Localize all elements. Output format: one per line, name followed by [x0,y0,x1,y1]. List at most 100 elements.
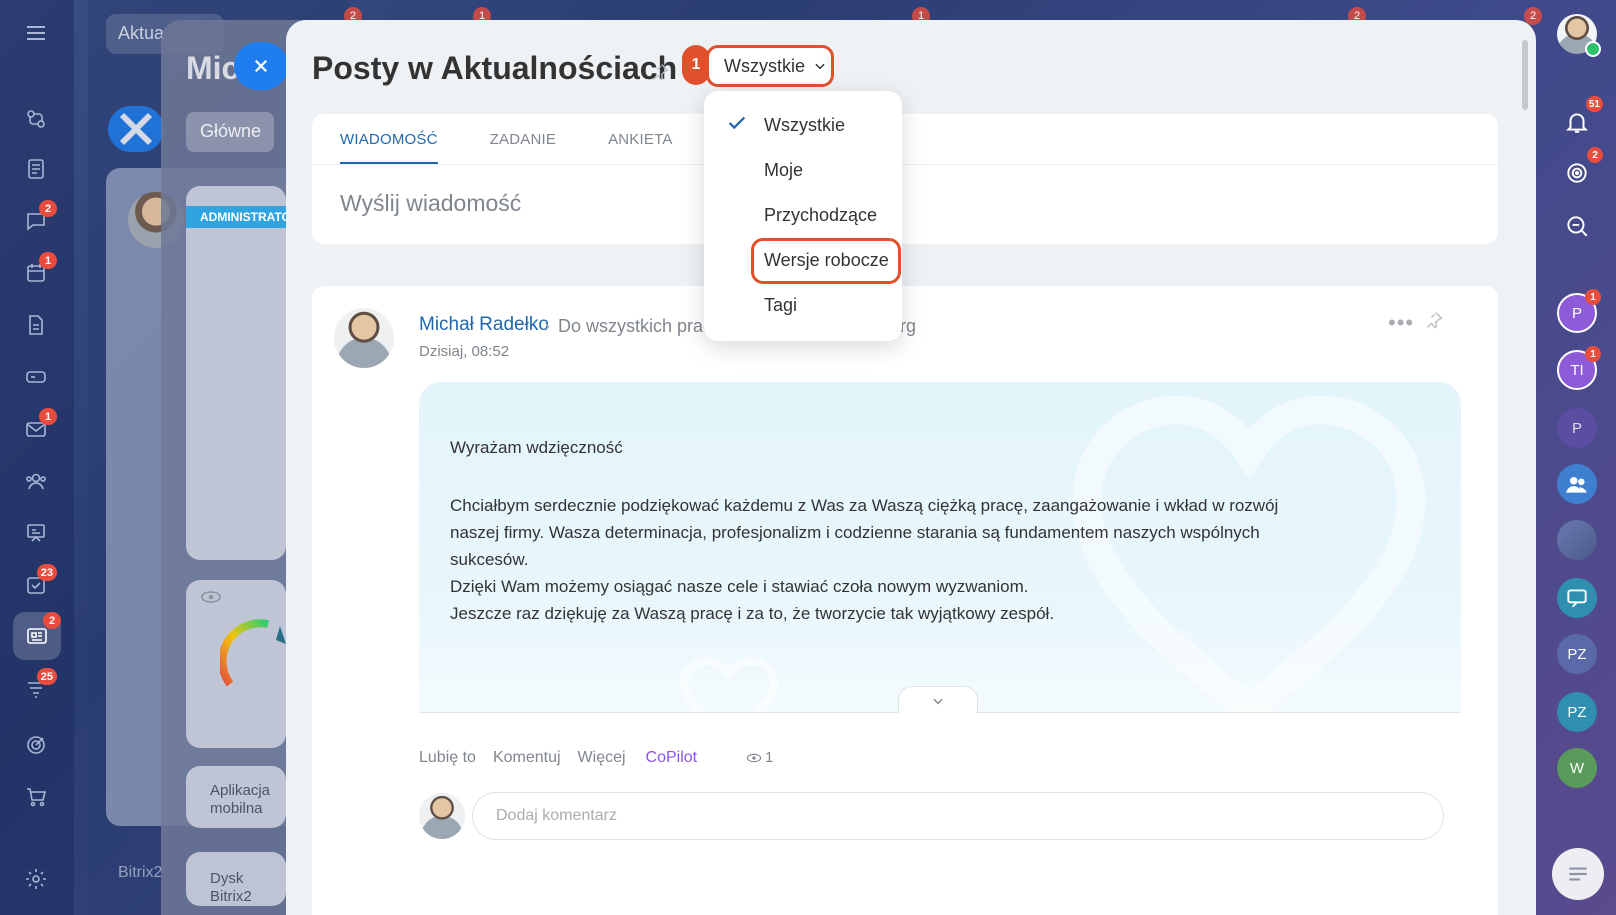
calendar-badge: 1 [39,252,57,269]
chat-search-icon[interactable] [1557,206,1597,246]
like-button[interactable]: Lubię to [419,749,476,767]
chat-badge: 1 [1585,289,1601,305]
chevron-down-icon [815,63,825,70]
mobile-app-label: Aplikacja mobilna [210,782,271,817]
chevron-right-icon: › [544,316,550,336]
settings-gear-icon[interactable] [21,864,51,894]
group-chat-icon[interactable] [1557,464,1597,504]
mail-badge: 1 [39,408,57,425]
tab-task[interactable]: ZADANIE [490,114,556,164]
feed-post: Michał Radełko ›Do wszystkich prac berg … [312,286,1498,915]
gauge-icon [220,619,286,687]
post-paragraph: Dzięki Wam możemy osiągać nasze cele i s… [450,577,1029,596]
presentation-icon[interactable] [21,518,51,548]
tasks-icon[interactable]: 23 [21,564,57,600]
chat-initials: PZ [1567,645,1587,663]
scrollbar[interactable] [1522,40,1528,110]
filter-dropdown-menu: Wszystkie Moje Przychodzące Wersje roboc… [704,91,902,341]
eye-icon [201,591,221,603]
pin-icon[interactable] [650,62,670,82]
more-options-icon[interactable]: ••• [1388,310,1414,336]
eye-icon [746,753,762,762]
chat-avatar-w[interactable]: W [1557,748,1597,788]
online-status-icon [1585,41,1601,57]
heart-small-decoration-icon [680,657,778,712]
page-title: Posty w Aktualnościach [312,50,678,86]
post-actions: Lubię to Komentuj Więcej CoPilot [419,749,697,767]
post-timestamp[interactable]: Dzisiaj, 08:52 [419,343,509,360]
filter-dropdown-button[interactable]: Wszystkie [706,45,834,87]
menu-item-mine[interactable]: Moje [764,160,803,181]
documents-icon[interactable] [21,154,51,184]
chat-group-icon[interactable] [1557,578,1597,618]
author-avatar[interactable] [334,308,394,368]
message-input[interactable]: Wyślij wiadomość [340,190,521,217]
target-icon[interactable] [21,730,51,760]
drive-icon[interactable] [21,362,51,392]
current-user-avatar [419,793,465,839]
tab-message[interactable]: WIADOMOŚĆ [340,114,438,164]
chat-avatar-ti[interactable]: TI 1 [1557,346,1601,390]
workflow-icon[interactable] [21,104,51,134]
background-tab-main: Główne [186,112,274,152]
notifications-icon[interactable]: 51 [1557,96,1603,142]
calendar-icon[interactable]: 1 [21,252,57,288]
goals-icon[interactable]: 2 [1557,147,1603,193]
more-button[interactable]: Więcej [578,749,626,767]
feed-badge: 25 [36,668,57,685]
background-footer-text: Bitrix2 [118,864,163,881]
background-admin-panel: ADMINISTRATO [186,186,286,560]
copilot-button[interactable]: CoPilot [646,749,698,767]
feed-filter-icon[interactable]: 25 [21,668,57,704]
filter-label: Wszystkie [724,55,805,76]
views-counter: 1 [746,749,773,766]
pin-post-icon[interactable] [1424,310,1444,330]
checkmark-icon [728,116,746,130]
expand-post-button[interactable] [898,686,978,714]
notifications-badge: 51 [1585,96,1603,112]
comment-input[interactable]: Dodaj komentarz [472,792,1444,840]
menu-icon[interactable] [21,18,51,48]
disk-label: Dysk Bitrix2 [210,870,252,905]
menu-item-incoming[interactable]: Przychodzące [764,205,877,226]
chat-initials: PZ [1567,703,1587,721]
chat-icon[interactable]: 2 [21,200,57,236]
menu-item-all[interactable]: Wszystkie [764,115,845,136]
menu-item-tags[interactable]: Tagi [764,295,797,316]
chat-badge: 2 [39,200,57,217]
background-slider-title: Mic [186,50,240,86]
chat-badge: 1 [1585,346,1601,362]
chat-avatar-pz[interactable]: PZ [1557,634,1597,674]
comment-button[interactable]: Komentuj [493,749,561,767]
menu-item-drafts[interactable]: Wersje robocze [764,250,889,271]
background-gauge-panel [186,580,286,748]
right-sidebar: 51 2 P 1 TI 1 P PZ PZ W [1538,0,1616,915]
chevron-down-icon [933,698,943,704]
employees-icon[interactable] [21,466,51,496]
chat-avatar-p2[interactable]: P [1557,408,1597,448]
news-icon[interactable]: 2 [13,612,61,660]
goals-badge: 2 [1587,147,1603,163]
cart-icon[interactable] [21,782,51,812]
chat-initials: W [1569,759,1585,777]
news-posts-slider: Posty w Aktualnościach 1 Wszystkie WIADO… [286,20,1536,915]
chat-avatar-photo[interactable] [1557,520,1597,560]
background-close-button [108,106,164,152]
news-badge: 2 [43,612,61,629]
divider [312,164,1498,165]
post-heading: Wyrażam wdzięczność [450,438,623,457]
mail-icon[interactable]: 1 [21,408,57,444]
post-recipients[interactable]: › Do wszystkich prac [544,316,712,337]
tab-poll[interactable]: ANKIETA [608,114,672,164]
chat-avatar-pz2[interactable]: PZ [1557,692,1597,732]
chat-avatar-p[interactable]: P 1 [1557,289,1601,333]
chat-list-button[interactable] [1552,848,1604,900]
chat-initials: P [1571,304,1582,322]
post-author-link[interactable]: Michał Radełko [419,314,549,336]
close-slider-button[interactable] [234,42,288,90]
composer-tabs: WIADOMOŚĆ ZADANIE ANKIETA [340,114,673,164]
user-avatar[interactable] [1557,14,1601,57]
list-icon [1569,867,1587,881]
background-disk: Dysk Bitrix2 [186,852,286,906]
file-icon[interactable] [21,310,51,340]
